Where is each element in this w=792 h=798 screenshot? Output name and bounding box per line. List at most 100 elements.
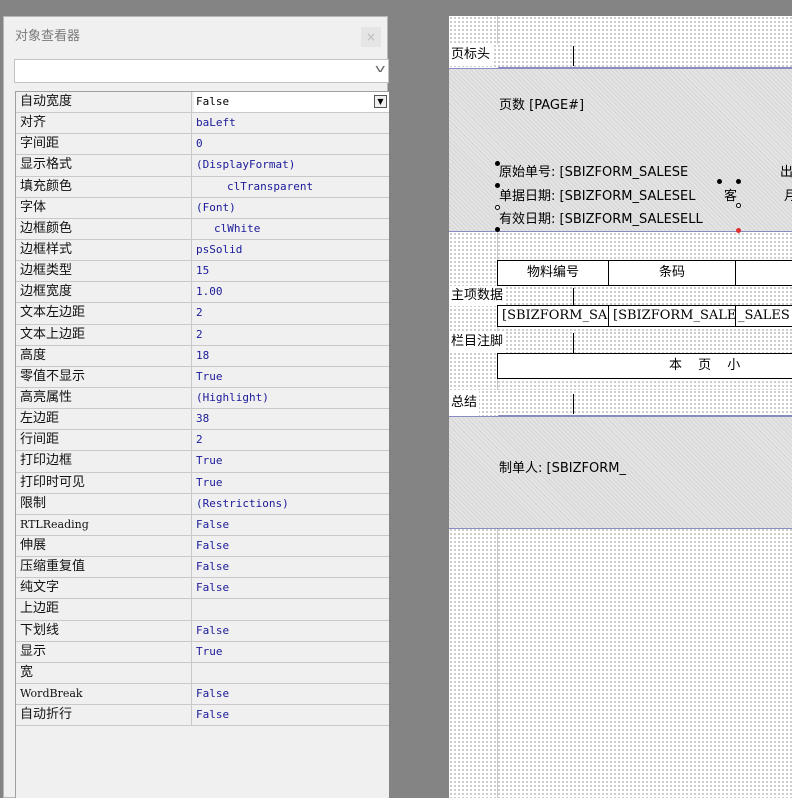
- property-row[interactable]: 边框类型 15: [16, 261, 389, 283]
- property-value[interactable]: clWhite: [194, 219, 389, 239]
- close-button[interactable]: ×: [361, 27, 381, 47]
- property-row[interactable]: 字体 (Font): [16, 197, 389, 219]
- property-row[interactable]: 高度 18: [16, 345, 389, 367]
- property-row[interactable]: 文本上边距 2: [16, 324, 389, 346]
- property-value[interactable]: False: [194, 705, 389, 725]
- page-subtotal-cell[interactable]: 本 页 小: [497, 353, 792, 379]
- property-value[interactable]: True: [194, 367, 389, 387]
- property-row[interactable]: 限制 (Restrictions): [16, 493, 389, 515]
- property-row[interactable]: 边框颜色 clWhite: [16, 218, 389, 240]
- column-header-material-no[interactable]: 物料编号: [497, 260, 609, 286]
- document-date-field[interactable]: 单据日期: [SBIZFORM_SALESEL: [499, 185, 696, 204]
- property-value[interactable]: False: [194, 515, 389, 535]
- valid-date-field[interactable]: 有效日期: [SBIZFORM_SALESELL: [499, 208, 703, 227]
- property-row[interactable]: WordBreak False: [16, 683, 389, 706]
- property-value[interactable]: 1.00: [194, 282, 389, 302]
- property-value[interactable]: True: [194, 451, 389, 471]
- property-name: 文本左边距: [16, 303, 192, 324]
- property-value[interactable]: baLeft: [194, 113, 389, 133]
- property-value[interactable]: clTransparent: [194, 177, 389, 197]
- order-no-neighbor-text[interactable]: 出: [780, 161, 792, 180]
- property-row[interactable]: 边框宽度 1.00: [16, 282, 389, 304]
- property-value[interactable]: 38: [194, 409, 389, 429]
- property-value[interactable]: False: [194, 92, 389, 113]
- page-number-field[interactable]: 页数 [PAGE#]: [499, 94, 584, 113]
- band-header-page-header[interactable]: 页标头: [449, 44, 792, 68]
- property-row[interactable]: 填充颜色 clTransparent: [16, 176, 389, 198]
- property-row[interactable]: 宽: [16, 662, 389, 684]
- property-row[interactable]: 打印时可见 True: [16, 472, 389, 494]
- property-value[interactable]: (Restrictions): [194, 494, 389, 514]
- property-name: 自动宽度: [16, 92, 192, 113]
- selection-handle[interactable]: [495, 183, 500, 188]
- maker-field[interactable]: 制单人: [SBIZFORM_: [499, 457, 626, 476]
- property-value[interactable]: 15: [194, 261, 389, 281]
- property-name: 零值不显示: [16, 366, 192, 387]
- property-row[interactable]: 显示格式 (DisplayFormat): [16, 155, 389, 177]
- property-value[interactable]: 0: [194, 134, 389, 154]
- property-row[interactable]: 文本左边距 2: [16, 303, 389, 325]
- band-header-summary[interactable]: 总结: [449, 390, 792, 416]
- property-row[interactable]: 左边距 38: [16, 409, 389, 431]
- property-value[interactable]: 2: [194, 325, 389, 345]
- property-name: 下划线: [16, 620, 192, 641]
- property-row[interactable]: 上边距: [16, 599, 389, 621]
- date-neighbor-fragment[interactable]: 月: [784, 185, 792, 204]
- selection-handle[interactable]: [495, 161, 500, 166]
- summary-band[interactable]: 制单人: [SBIZFORM_: [449, 416, 792, 529]
- property-row[interactable]: 零值不显示 True: [16, 366, 389, 388]
- band-title-page-header: 页标头: [449, 44, 493, 66]
- property-name: 高亮属性: [16, 387, 192, 409]
- property-name: 字间距: [16, 134, 192, 155]
- property-value[interactable]: 2: [194, 430, 389, 450]
- property-value[interactable]: (Highlight): [194, 388, 389, 408]
- property-row[interactable]: 自动宽度 False ▼: [16, 92, 389, 114]
- column-header-barcode[interactable]: 条码: [608, 260, 736, 286]
- property-row[interactable]: 对齐 baLeft: [16, 113, 389, 135]
- property-name: WordBreak: [16, 683, 192, 705]
- selection-handle[interactable]: [736, 179, 741, 184]
- property-row[interactable]: 纯文字 False: [16, 578, 389, 600]
- property-row[interactable]: 伸展 False: [16, 535, 389, 558]
- property-value[interactable]: 18: [194, 346, 389, 366]
- master-data-cell[interactable]: [SBIZFORM_SALE: [608, 305, 736, 327]
- original-order-no-field[interactable]: 原始单号: [SBIZFORM_SALESE: [499, 161, 688, 180]
- column-header-next[interactable]: [735, 260, 792, 286]
- band-header-master-data[interactable]: 主项数据: [449, 286, 792, 306]
- property-value[interactable]: (DisplayFormat): [194, 155, 389, 175]
- selection-handle[interactable]: [495, 205, 500, 210]
- property-value[interactable]: (Font): [194, 198, 389, 218]
- property-row[interactable]: 显示 True: [16, 641, 389, 663]
- property-value[interactable]: False: [194, 621, 389, 641]
- property-row[interactable]: 行间距 2: [16, 430, 389, 452]
- property-row[interactable]: 边框样式 psSolid: [16, 239, 389, 262]
- property-value[interactable]: False: [194, 578, 389, 598]
- property-value[interactable]: [194, 599, 389, 619]
- selection-handle[interactable]: [717, 179, 722, 184]
- customer-label-fragment[interactable]: 客: [724, 185, 737, 204]
- master-data-cell[interactable]: [SBIZFORM_SA: [497, 305, 609, 327]
- property-value[interactable]: False: [194, 536, 389, 556]
- selection-handle[interactable]: [736, 203, 741, 208]
- property-value[interactable]: 2: [194, 303, 389, 323]
- property-value[interactable]: False: [194, 684, 389, 704]
- object-select-dropdown[interactable]: v: [14, 59, 389, 83]
- property-row[interactable]: 字间距 0: [16, 134, 389, 156]
- master-data-cell[interactable]: _SALES: [735, 305, 792, 327]
- property-row[interactable]: 高亮属性 (Highlight): [16, 387, 389, 410]
- property-row[interactable]: 压缩重复值 False: [16, 557, 389, 579]
- property-value[interactable]: True: [194, 473, 389, 493]
- property-row[interactable]: 自动折行 False: [16, 705, 389, 727]
- property-row[interactable]: 打印边框 True: [16, 451, 389, 473]
- property-row[interactable]: 下划线 False: [16, 620, 389, 642]
- band-header-column-footer[interactable]: 栏目注脚: [449, 331, 792, 353]
- dropdown-arrow-icon[interactable]: ▼: [374, 95, 387, 108]
- property-value[interactable]: True: [194, 642, 389, 662]
- property-value[interactable]: [194, 663, 389, 683]
- selection-handle[interactable]: [495, 227, 500, 232]
- selection-handle[interactable]: [736, 228, 741, 233]
- property-row[interactable]: RTLReading False: [16, 514, 389, 536]
- page-header-band[interactable]: 页数 [PAGE#] 原始单号: [SBIZFORM_SALESE 出 单据日期…: [449, 68, 792, 233]
- property-value[interactable]: psSolid: [194, 240, 389, 260]
- property-value[interactable]: False: [194, 557, 389, 577]
